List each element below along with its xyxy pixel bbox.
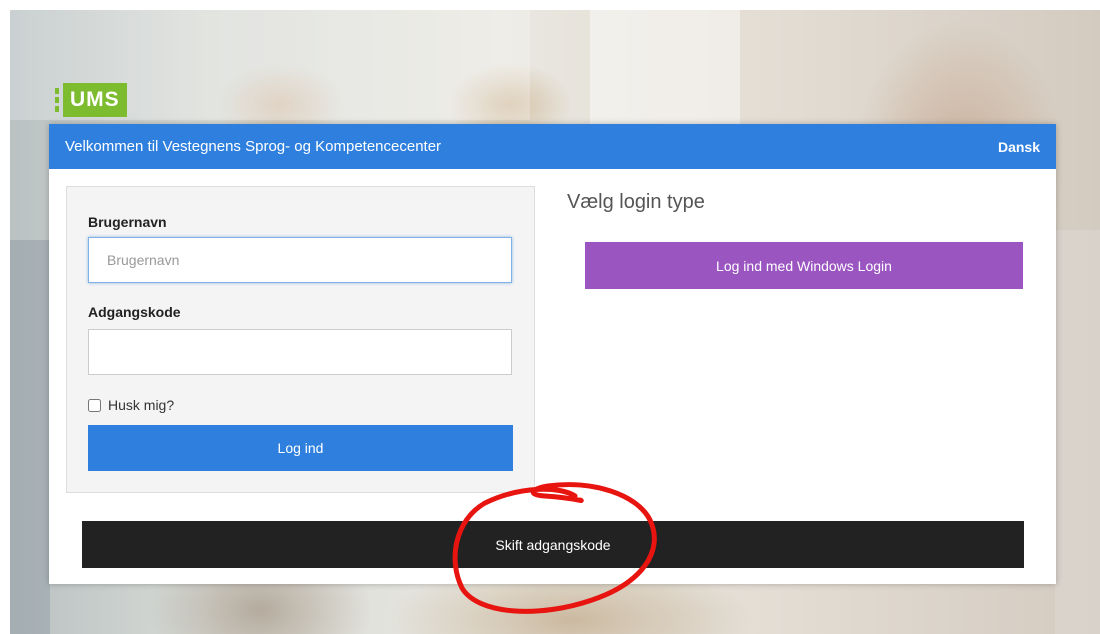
change-password-button[interactable]: Skift adgangskode xyxy=(82,521,1024,568)
login-button[interactable]: Log ind xyxy=(88,425,513,471)
credentials-form: Brugernavn Adgangskode Husk mig? Log ind xyxy=(66,186,535,493)
remember-me[interactable]: Husk mig? xyxy=(88,397,174,413)
logo-dots-icon xyxy=(55,88,59,112)
windows-login-button[interactable]: Log ind med Windows Login xyxy=(585,242,1023,289)
panel-header: Velkommen til Vestegnens Sprog- og Kompe… xyxy=(49,124,1056,169)
login-type-title: Vælg login type xyxy=(567,191,705,213)
password-label: Adgangskode xyxy=(88,304,181,320)
ums-logo: UMS xyxy=(55,83,127,117)
login-panel: Velkommen til Vestegnens Sprog- og Kompe… xyxy=(49,124,1056,584)
remember-me-label: Husk mig? xyxy=(108,397,175,413)
remember-me-checkbox[interactable] xyxy=(88,398,101,412)
username-input[interactable] xyxy=(88,237,512,283)
welcome-title: Velkommen til Vestegnens Sprog- og Kompe… xyxy=(65,138,442,155)
username-label: Brugernavn xyxy=(88,214,167,230)
password-input[interactable] xyxy=(88,329,512,375)
logo-text: UMS xyxy=(63,83,127,117)
language-selector[interactable]: Dansk xyxy=(998,139,1040,155)
